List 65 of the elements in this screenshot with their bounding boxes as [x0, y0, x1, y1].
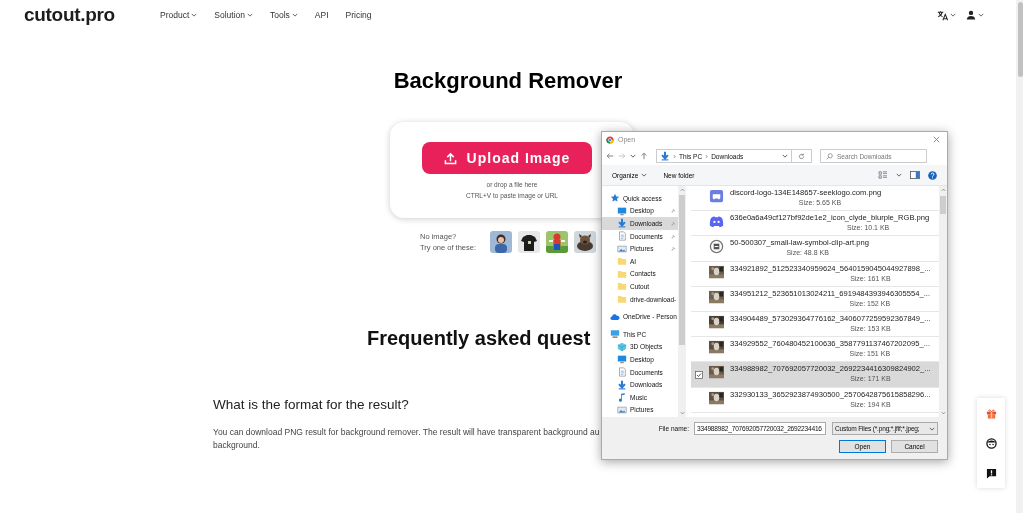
controller-face-icon	[709, 214, 724, 230]
logo[interactable]: cutout.pro	[24, 4, 160, 26]
picture-file-icon	[617, 243, 627, 254]
chevron-icon	[705, 153, 709, 159]
folder-icon	[617, 281, 627, 292]
scroll-up-icon[interactable]	[940, 188, 946, 192]
translate-icon[interactable]	[937, 9, 948, 21]
document-icon	[617, 367, 627, 377]
upload-icon	[443, 151, 457, 165]
app-icon	[606, 135, 614, 144]
user-icon[interactable]	[966, 10, 976, 20]
chat-bubble-icon	[709, 189, 724, 204]
faq-question: What is the format for the result?	[213, 397, 409, 412]
folder-icon	[617, 294, 627, 305]
scroll-up-icon[interactable]	[679, 188, 685, 192]
document-icon	[617, 231, 627, 242]
desktop-icon	[617, 205, 627, 216]
emblem-icon	[709, 239, 724, 255]
cloud-icon	[610, 311, 620, 322]
faq-heading: Frequently asked quest	[367, 327, 591, 350]
search-icon	[826, 152, 833, 160]
up-arrow-icon[interactable]	[640, 152, 648, 160]
pin-icon[interactable]	[671, 246, 676, 252]
nav-link[interactable]: Pricing	[345, 10, 372, 20]
picture-file-icon	[617, 404, 627, 415]
desktop-icon	[617, 354, 627, 365]
face-icon[interactable]	[985, 437, 997, 449]
music-icon	[617, 392, 627, 403]
scrollbar[interactable]	[678, 186, 686, 417]
pc-icon	[610, 329, 620, 340]
download-icon	[617, 218, 627, 229]
pin-icon[interactable]	[671, 221, 676, 226]
download-icon	[660, 151, 670, 161]
folder-icon	[617, 256, 627, 267]
refresh-button[interactable]	[792, 149, 812, 163]
star-icon	[610, 193, 620, 204]
forward-arrow-icon[interactable]	[618, 152, 626, 160]
scrollbar[interactable]	[1016, 0, 1023, 513]
view-options-icon[interactable]	[878, 171, 888, 179]
refresh-icon	[798, 152, 805, 160]
scrollbar-thumb[interactable]	[940, 196, 946, 214]
cube-icon	[617, 341, 627, 352]
upload-button[interactable]: Upload Image	[422, 142, 592, 174]
faq-answer: You can download PNG result for background remover. The result will have transparent background au background.	[213, 426, 600, 452]
scroll-down-icon[interactable]	[679, 411, 685, 415]
feedback-icon[interactable]	[985, 467, 997, 479]
scrollbar-thumb[interactable]	[1018, 2, 1023, 77]
gift-icon[interactable]	[985, 407, 997, 419]
preview-pane-icon[interactable]	[910, 171, 920, 179]
nav-link[interactable]: Product	[160, 10, 198, 20]
back-arrow-icon[interactable]	[606, 152, 614, 160]
nav-link[interactable]: Tools	[270, 10, 298, 20]
scrollbar[interactable]	[939, 186, 947, 417]
scroll-down-icon[interactable]	[940, 411, 946, 415]
pin-icon[interactable]	[671, 233, 676, 239]
nav-link[interactable]: API	[314, 10, 329, 20]
page-title: Background Remover	[392, 68, 624, 94]
nav-link[interactable]: Solution	[214, 10, 253, 20]
download-icon	[617, 379, 627, 390]
folder-icon	[617, 268, 627, 279]
pin-icon[interactable]	[671, 208, 676, 214]
checkbox[interactable]	[695, 371, 703, 380]
chevron-icon	[673, 153, 676, 159]
help-icon[interactable]	[928, 170, 937, 180]
scrollbar-thumb[interactable]	[679, 195, 685, 345]
